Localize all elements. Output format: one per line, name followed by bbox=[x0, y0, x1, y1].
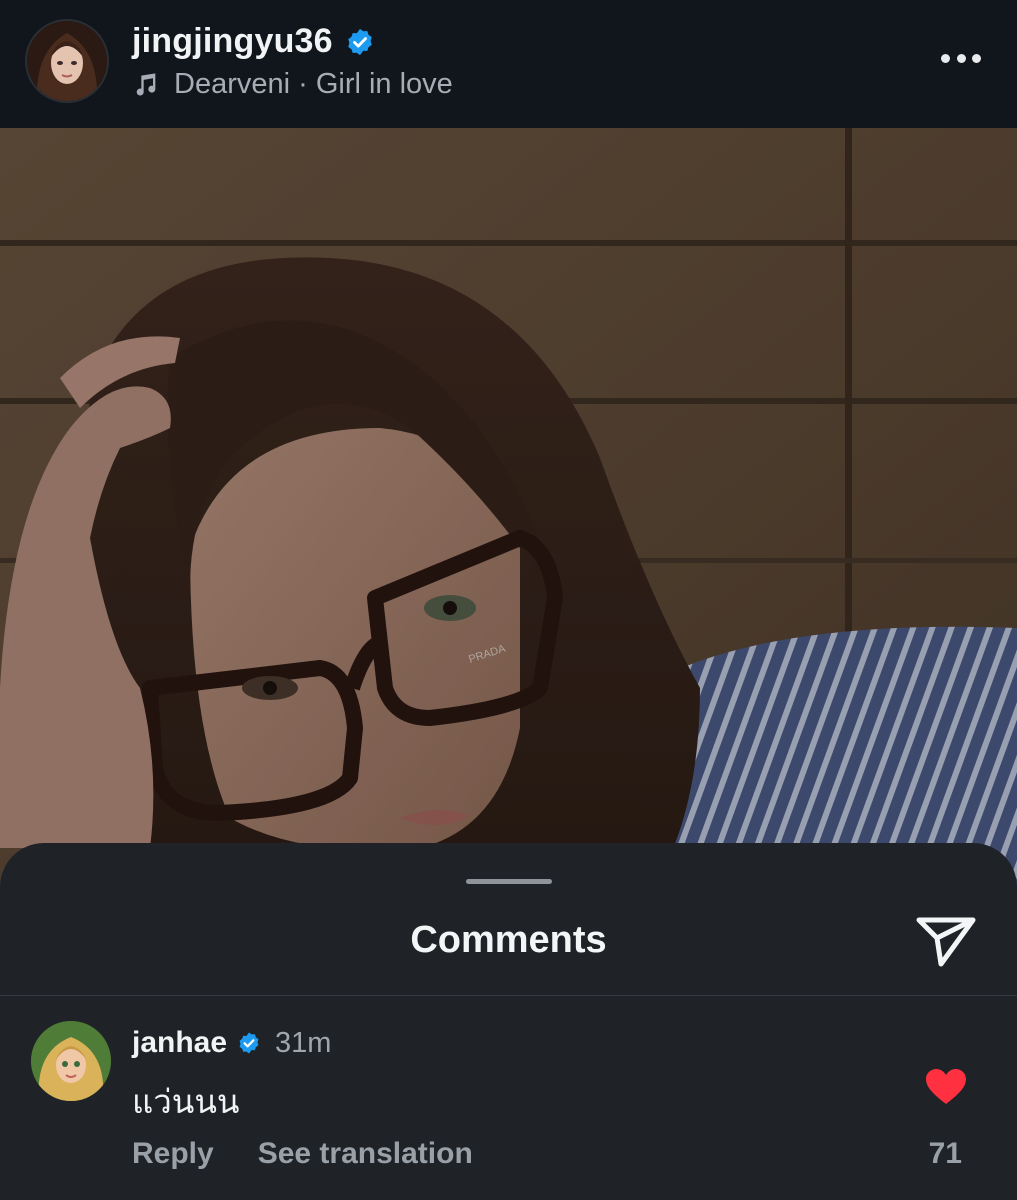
reply-button[interactable]: Reply bbox=[132, 1137, 214, 1171]
comment-time: 31m bbox=[275, 1026, 332, 1059]
like-count: 71 bbox=[928, 1137, 962, 1170]
post-header: jingjingyu36 Dearveni · Girl in love bbox=[0, 0, 1017, 128]
more-options-icon[interactable] bbox=[941, 46, 981, 70]
comment-text: แว่นนน bbox=[132, 1083, 240, 1120]
heart-icon[interactable] bbox=[925, 1068, 967, 1106]
sheet-drag-handle[interactable] bbox=[466, 879, 552, 884]
verified-badge-icon bbox=[348, 28, 372, 55]
comment-username[interactable]: janhae bbox=[132, 1026, 227, 1060]
post-photo: PRADA bbox=[0, 128, 1017, 908]
comments-sheet: Comments janhae 31m แว่นนน Reply See tra… bbox=[0, 843, 1017, 1200]
profile-avatar[interactable] bbox=[27, 21, 107, 101]
verified-badge-icon bbox=[239, 1032, 259, 1054]
comments-title: Comments bbox=[410, 919, 607, 961]
see-translation-button[interactable]: See translation bbox=[258, 1137, 473, 1171]
post-username[interactable]: jingjingyu36 bbox=[132, 22, 333, 61]
comment-avatar[interactable] bbox=[31, 1021, 111, 1101]
sheet-divider bbox=[0, 995, 1017, 996]
music-note-icon bbox=[136, 72, 156, 96]
send-icon[interactable] bbox=[913, 912, 979, 970]
music-attribution[interactable]: Dearveni · Girl in love bbox=[174, 68, 453, 101]
